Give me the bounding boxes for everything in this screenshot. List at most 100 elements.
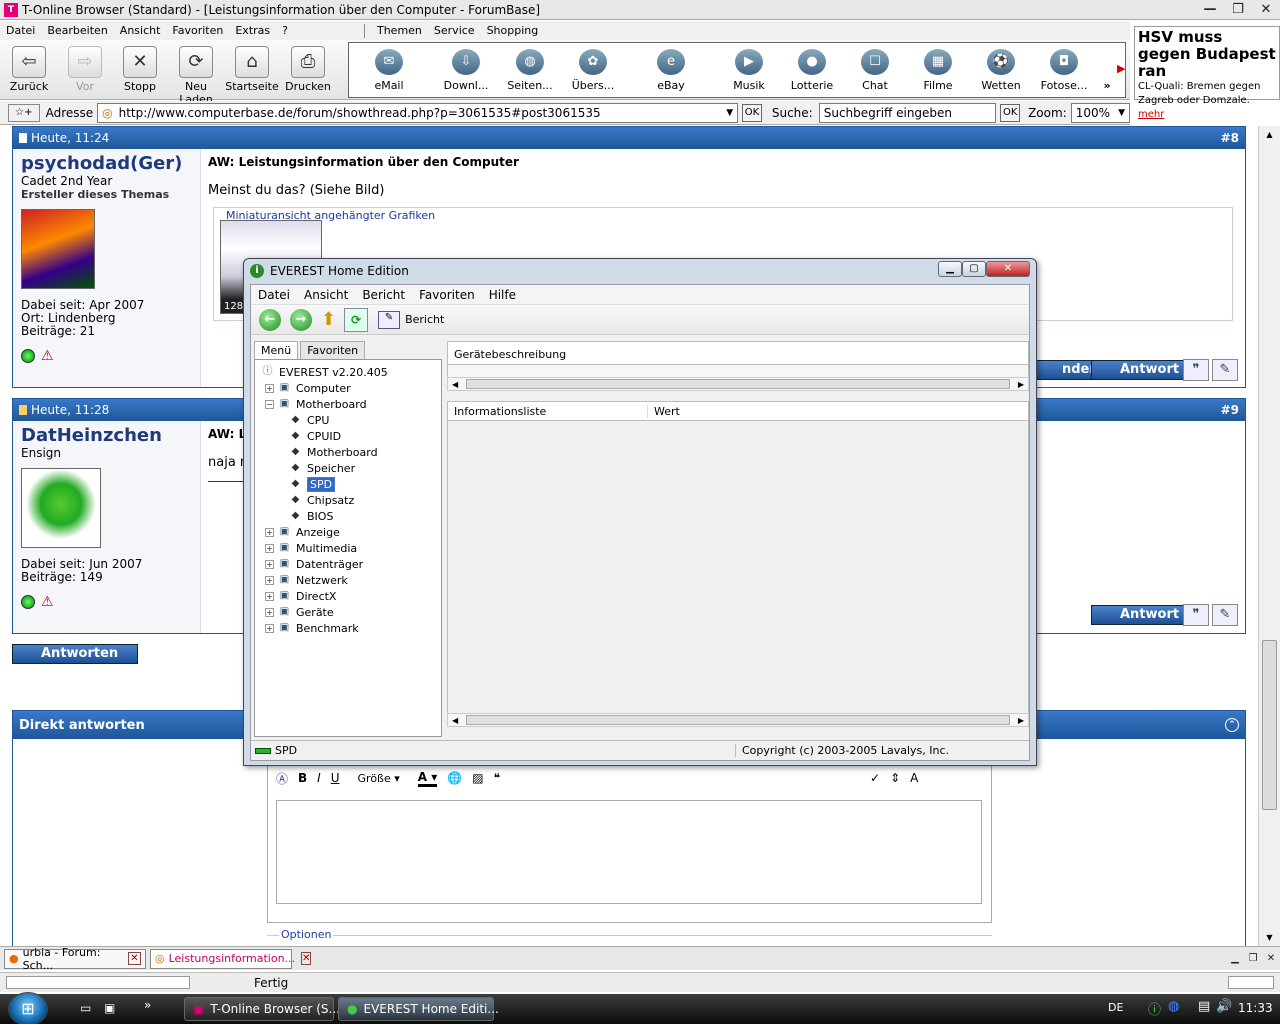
- everest-menu-ansicht[interactable]: Ansicht: [297, 288, 355, 302]
- reply-button[interactable]: Antwort: [1091, 360, 1189, 380]
- tree-item[interactable]: ◆ BIOS: [255, 508, 441, 524]
- service-chat[interactable]: ☐ Chat: [845, 49, 905, 92]
- address-dropdown-icon[interactable]: ▼: [726, 108, 733, 118]
- close-button[interactable]: ✕: [1252, 1, 1280, 19]
- service-email[interactable]: ✉ eMail: [359, 49, 419, 92]
- zoom-select[interactable]: 100% ▼: [1070, 102, 1131, 123]
- tree-item[interactable]: + ▣ Anzeige: [255, 524, 441, 540]
- quick-reply-icon[interactable]: ✎: [1212, 359, 1238, 381]
- menu-bearbeiten[interactable]: Bearbeiten: [41, 24, 113, 37]
- scrollbar-thumb[interactable]: [466, 379, 1010, 389]
- task-tonline-browser[interactable]: ▣ T-Online Browser (S...: [184, 997, 340, 1021]
- service-fotoservice[interactable]: ◘ Fotose...: [1034, 49, 1094, 92]
- scroll-right-icon[interactable]: ▶: [1018, 716, 1024, 725]
- home-button[interactable]: ⌂ Startseite: [225, 44, 279, 98]
- back-arrow-icon[interactable]: ←: [259, 308, 281, 331]
- column-header-value[interactable]: Wert: [648, 405, 680, 418]
- horizontal-scrollbar[interactable]: ◀ ▶: [447, 377, 1029, 391]
- tree-expander-icon[interactable]: +: [265, 527, 274, 537]
- scroll-left-icon[interactable]: ◀: [452, 716, 458, 725]
- tree-expander-icon[interactable]: +: [265, 559, 274, 569]
- tree-item[interactable]: + ▣ Netzwerk: [255, 572, 441, 588]
- menu-datei[interactable]: Datei: [0, 24, 41, 37]
- menu-shopping[interactable]: Shopping: [481, 24, 545, 37]
- tree-item[interactable]: ⓘ EVEREST v2.20.405: [255, 364, 441, 380]
- search-ok-button[interactable]: OK: [1000, 103, 1021, 122]
- report-icon[interactable]: ⚠: [41, 348, 54, 364]
- forward-arrow-icon[interactable]: →: [290, 308, 312, 331]
- doc-restore-button[interactable]: ❐: [1244, 950, 1262, 968]
- close-tab-icon[interactable]: ✕: [301, 952, 312, 965]
- switch-windows-icon[interactable]: ▣: [104, 1001, 115, 1015]
- maximize-button[interactable]: ❐: [1224, 1, 1252, 19]
- service-lotterie[interactable]: ● Lotterie: [782, 49, 842, 92]
- tab-urbia[interactable]: ● urbia - Forum: Sch... ✕: [4, 946, 146, 972]
- tree-expander-icon[interactable]: −: [265, 399, 274, 409]
- everest-menu-hilfe[interactable]: Hilfe: [482, 288, 523, 302]
- everest-maximize-button[interactable]: ▢: [962, 261, 986, 277]
- tree-expander-icon[interactable]: +: [265, 383, 274, 393]
- quote-tag-icon[interactable]: ❝: [494, 771, 500, 785]
- tree-item[interactable]: + ▣ Computer: [255, 380, 441, 396]
- volume-icon[interactable]: 🔊: [1216, 999, 1232, 1014]
- resize-icon[interactable]: ⇕: [890, 771, 900, 785]
- doc-close-button[interactable]: ✕: [1262, 950, 1280, 968]
- up-folder-icon[interactable]: ⬆: [321, 309, 336, 330]
- switch-mode-icon[interactable]: A: [910, 771, 918, 785]
- tree-item[interactable]: + ▣ Datenträger: [255, 556, 441, 572]
- scrollbar-thumb[interactable]: [1262, 640, 1277, 810]
- menu-themen[interactable]: Themen: [371, 24, 428, 37]
- tab-favorites[interactable]: Favoriten: [300, 341, 366, 359]
- network-icon[interactable]: ▤: [1198, 999, 1210, 1014]
- italic-icon[interactable]: I: [317, 771, 321, 785]
- favorites-add-icon[interactable]: ☆+: [8, 103, 40, 122]
- quick-reply-icon[interactable]: ✎: [1212, 604, 1238, 626]
- refresh-icon[interactable]: ⟳: [344, 307, 369, 332]
- tree-item[interactable]: + ▣ DirectX: [255, 588, 441, 604]
- close-tab-icon[interactable]: ✕: [128, 952, 141, 965]
- ad-more-link[interactable]: mehr: [1138, 109, 1164, 120]
- scroll-right-icon[interactable]: ▶: [1117, 62, 1125, 75]
- service-wetten[interactable]: ⚽ Wetten: [971, 49, 1031, 92]
- tree-item[interactable]: + ▣ Multimedia: [255, 540, 441, 556]
- back-button[interactable]: ⇦ Zurück: [2, 44, 56, 98]
- address-input[interactable]: ◎ http://www.computerbase.de/forum/showt…: [97, 102, 739, 123]
- service-download[interactable]: ⇩ Downl...: [436, 49, 496, 92]
- scroll-up-icon[interactable]: ▲: [1259, 130, 1280, 139]
- menu-ansicht[interactable]: Ansicht: [114, 24, 167, 37]
- stop-button[interactable]: ✕ Stopp: [113, 44, 167, 98]
- ad-headline[interactable]: HSV muss gegen Budapest ran: [1138, 29, 1276, 80]
- everest-menu-favoriten[interactable]: Favoriten: [412, 288, 482, 302]
- scroll-down-icon[interactable]: ▼: [1259, 933, 1280, 942]
- scrollbar-thumb[interactable]: [466, 715, 1010, 725]
- tree-expander-icon[interactable]: +: [265, 591, 274, 601]
- service-ebay[interactable]: e eBay: [641, 49, 701, 92]
- tree-item[interactable]: ◆ CPUID: [255, 428, 441, 444]
- menu-extras[interactable]: Extras: [229, 24, 276, 37]
- address-ok-button[interactable]: OK: [742, 103, 762, 122]
- everest-menu-bericht[interactable]: Bericht: [355, 288, 412, 302]
- reply-button[interactable]: Antwort: [1091, 605, 1189, 625]
- username-link[interactable]: DatHeinzchen: [21, 425, 200, 446]
- scroll-right-icon[interactable]: ▶: [1018, 380, 1024, 389]
- everest-menu-datei[interactable]: Datei: [251, 288, 297, 302]
- tree-item[interactable]: ◆ Chipsatz: [255, 492, 441, 508]
- tree-item[interactable]: − ▣ Motherboard: [255, 396, 441, 412]
- info-list[interactable]: [447, 421, 1029, 713]
- report-icon[interactable]: ⚠: [41, 594, 54, 610]
- collapse-icon[interactable]: ⌃: [1225, 718, 1239, 732]
- everest-tray-icon[interactable]: ⓘ: [1148, 999, 1161, 1018]
- username-link[interactable]: psychodad(Ger): [21, 153, 200, 174]
- post-number-link[interactable]: #9: [1221, 403, 1239, 417]
- clock[interactable]: 11:33: [1238, 1001, 1273, 1015]
- quote-icon[interactable]: ❞: [1183, 359, 1209, 381]
- news-ad[interactable]: HSV muss gegen Budapest ran CL-Quali: Br…: [1134, 26, 1280, 120]
- task-everest[interactable]: ● EVEREST Home Editi...: [338, 997, 499, 1021]
- post-number-link[interactable]: #8: [1221, 131, 1239, 145]
- language-indicator[interactable]: DE: [1108, 1001, 1123, 1014]
- menu-help[interactable]: ?: [276, 24, 294, 37]
- service-seiten[interactable]: ◍ Seiten...: [500, 49, 560, 92]
- tree-item[interactable]: ◆ CPU: [255, 412, 441, 428]
- font-size-select[interactable]: Größe ▾: [358, 772, 400, 785]
- avatar[interactable]: [21, 468, 101, 548]
